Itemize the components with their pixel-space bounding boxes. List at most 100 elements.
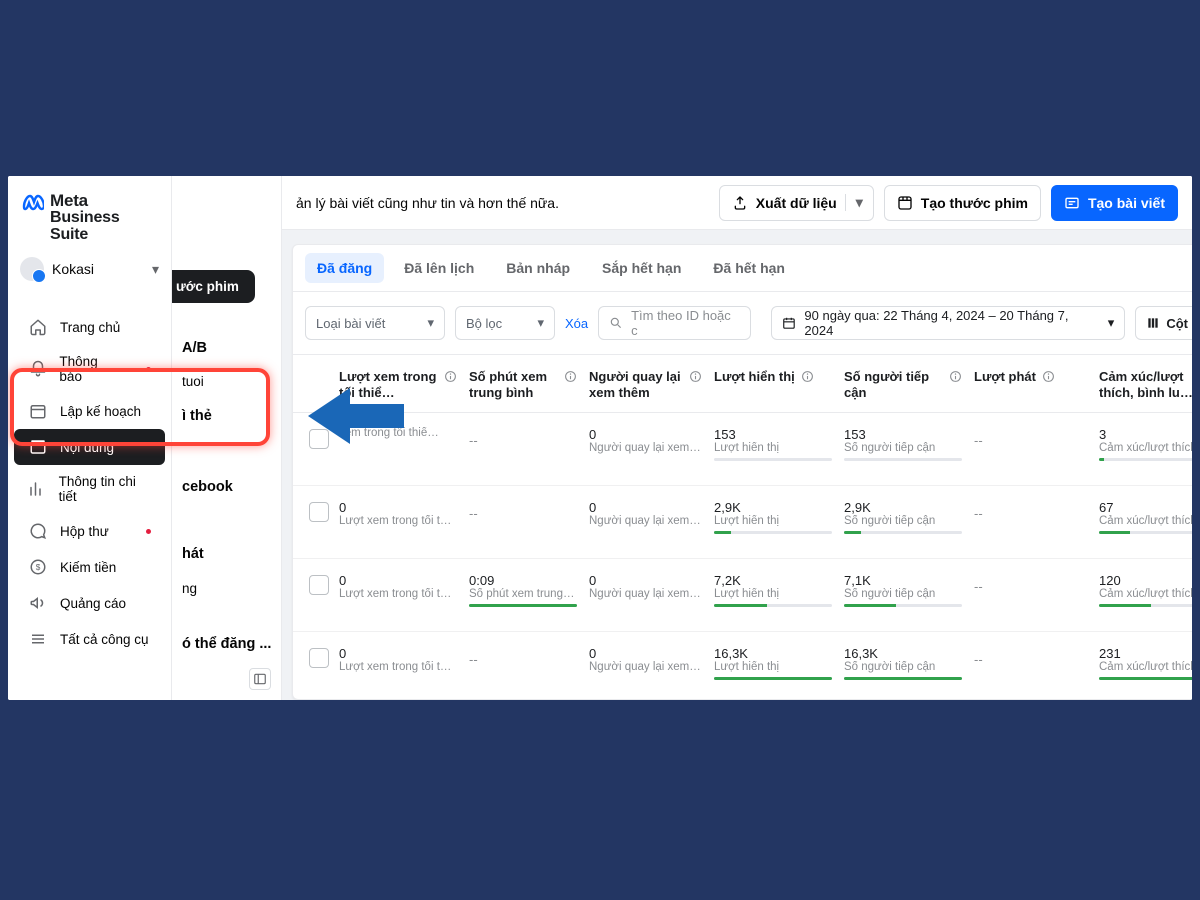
row-checkbox[interactable] (309, 429, 329, 449)
table-row: 0Lượt xem trong tối thiể…--0Người quay l… (293, 486, 1192, 559)
create-reel-button[interactable]: Tạo thước phim (884, 185, 1041, 221)
sidebar-item-label: Nội dung (60, 440, 114, 455)
column-header[interactable]: Lượt phát (968, 369, 1093, 387)
search-icon (609, 316, 623, 330)
table-cell: -- (968, 573, 1093, 594)
sidebar-item-label: Thông tin chi tiết (59, 474, 151, 504)
org-switcher[interactable]: Kokasi ▾ (8, 249, 171, 293)
brand-text: Meta Business Suite (50, 192, 159, 243)
table-body: xem trong tối thiể…--0Người quay lại xem… (293, 413, 1192, 699)
export-button[interactable]: Xuất dữ liệu ▾ (719, 185, 874, 221)
content-icon (28, 438, 48, 456)
table-cell: -- (968, 646, 1093, 667)
tab-2[interactable]: Bản nháp (494, 253, 582, 283)
sub-sidebar-fragment[interactable]: tuoi (182, 374, 204, 389)
sub-sidebar-fragment[interactable]: ì thẻ (182, 408, 212, 424)
post-type-select[interactable]: Loại bài viết ▾ (305, 306, 445, 340)
table-row: xem trong tối thiể…--0Người quay lại xem… (293, 413, 1192, 486)
filter-select[interactable]: Bộ lọc ▾ (455, 306, 555, 340)
chevron-down-icon: ▾ (845, 194, 873, 211)
content-panel: Đã đăng Đã lên lịch Bản nháp Sắp hết hạn Đã … (292, 244, 1192, 700)
create-post-button[interactable]: Tạo bài viết (1051, 185, 1178, 221)
column-header[interactable]: Lượt xem trong tối thiể… (333, 369, 463, 400)
columns-icon (1146, 316, 1160, 330)
tab-3[interactable]: Sắp hết hạn (590, 253, 693, 283)
chevron-down-icon: ▾ (537, 315, 544, 331)
table-cell: 0Lượt xem trong tối thiể… (333, 500, 463, 527)
sidebar-item-tools[interactable]: Tất cả công cụ (14, 621, 165, 657)
clear-filters-link[interactable]: Xóa (565, 316, 588, 331)
column-header[interactable]: Số phút xem trung bình (463, 369, 583, 400)
search-input[interactable]: Tìm theo ID hoặc c (598, 306, 751, 340)
table-cell: 7,2KLượt hiển thị (708, 573, 838, 607)
app-window: Meta Business Suite Kokasi ▾ Trang chủ Th… (8, 176, 1192, 700)
table-cell: -- (968, 427, 1093, 448)
row-checkbox[interactable] (309, 502, 329, 522)
table-cell: 0:09Số phút xem trung bình (463, 573, 583, 607)
sidebar-item-content[interactable]: Nội dung (14, 429, 165, 465)
table-cell: 16,3KSố người tiếp cận (838, 646, 968, 680)
column-header[interactable]: Người quay lại xem thêm (583, 369, 708, 400)
chevron-down-icon: ▾ (152, 261, 159, 278)
date-range-button[interactable]: 90 ngày qua: 22 Tháng 4, 2024 – 20 Tháng… (771, 306, 1125, 340)
filters: Loại bài viết ▾ Bộ lọc ▾ Xóa Tìm theo ID… (293, 292, 1192, 355)
info-icon (949, 370, 962, 387)
sidebar-item-insights[interactable]: Thông tin chi tiết (14, 465, 165, 513)
column-header[interactable]: Cảm xúc/lượt thích, bình lu… (1093, 369, 1192, 400)
table-cell: 3Cảm xúc/lượt thích, bìn… (1093, 427, 1192, 461)
sub-sidebar: ước phim A/Btuoiì thẻcebookhátngó thể đă… (172, 176, 282, 700)
sidebar-item-label: Trang chủ (60, 320, 120, 335)
sidebar-item-inbox[interactable]: Hộp thư (14, 513, 165, 549)
sub-sidebar-fragment[interactable]: hát (182, 546, 204, 562)
table-cell: 153Lượt hiển thị (708, 427, 838, 461)
sidebar-item-label: Kiếm tiền (60, 560, 116, 575)
org-avatar (20, 257, 44, 281)
table-cell: 153Số người tiếp cận (838, 427, 968, 461)
sidebar-item-home[interactable]: Trang chủ (14, 309, 165, 345)
monet-icon: $ (28, 558, 48, 576)
sub-pill[interactable]: ước phim (160, 270, 255, 303)
table-cell: 2,9KSố người tiếp cận (838, 500, 968, 534)
table-cell: 0Người quay lại xem thêm (583, 646, 708, 673)
sub-sidebar-fragment[interactable]: ó thể đăng ... (182, 636, 271, 652)
table-cell: 16,3KLượt hiển thị (708, 646, 838, 680)
row-checkbox[interactable] (309, 648, 329, 668)
table-cell: 0Lượt xem trong tối thiể… (333, 646, 463, 673)
info-icon (801, 370, 814, 387)
tab-4[interactable]: Đã hết hạn (701, 253, 797, 283)
column-header[interactable]: Số người tiếp cận (838, 369, 968, 400)
svg-text:$: $ (36, 563, 41, 572)
columns-button[interactable]: Cột (1135, 306, 1192, 340)
sidebar-item-label: Hộp thư (60, 524, 109, 539)
notification-dot (146, 529, 151, 534)
panel-collapse-icon (253, 672, 267, 686)
sidebar-item-planner[interactable]: Lập kế hoạch (14, 393, 165, 429)
table-header: Lượt xem trong tối thiể…Số phút xem trun… (293, 355, 1192, 413)
column-header[interactable]: Lượt hiển thị (708, 369, 838, 387)
row-checkbox[interactable] (309, 575, 329, 595)
sidebar-item-label: Lập kế hoạch (60, 404, 141, 419)
inbox-icon (28, 522, 48, 540)
table-cell: -- (463, 646, 583, 667)
tab-1[interactable]: Đã lên lịch (392, 253, 486, 283)
collapse-sidebar-button[interactable] (249, 668, 271, 690)
table-cell: 120Cảm xúc/lượt thích, bìn… (1093, 573, 1192, 607)
topbar-actions: Xuất dữ liệu ▾ Tạo thước phim Tạo bài vi… (719, 185, 1178, 221)
sidebar-item-monet[interactable]: $ Kiếm tiền (14, 549, 165, 585)
table-cell: -- (463, 427, 583, 448)
table-cell: 2,9KLượt hiển thị (708, 500, 838, 534)
table-row: 0Lượt xem trong tối thiể…0:09Số phút xem… (293, 559, 1192, 632)
sub-sidebar-fragment[interactable]: cebook (182, 479, 233, 495)
sub-sidebar-fragment[interactable]: ng (182, 581, 197, 596)
sidebar-item-ads[interactable]: Quảng cáo (14, 585, 165, 621)
sidebar-item-label: Tất cả công cụ (60, 632, 149, 647)
notification-dot (146, 367, 151, 372)
chevron-down-icon: ▾ (427, 315, 434, 331)
sidebar-item-label: Thông báo (59, 354, 122, 384)
tab-0[interactable]: Đã đăng (305, 253, 384, 283)
sidebar: Meta Business Suite Kokasi ▾ Trang chủ Th… (8, 176, 172, 700)
sub-sidebar-fragment[interactable]: A/B (182, 340, 207, 356)
table-cell: 0Người quay lại xem thêm (583, 573, 708, 600)
table-cell: xem trong tối thiể… (333, 427, 463, 439)
sidebar-item-notify[interactable]: Thông báo (14, 345, 165, 393)
